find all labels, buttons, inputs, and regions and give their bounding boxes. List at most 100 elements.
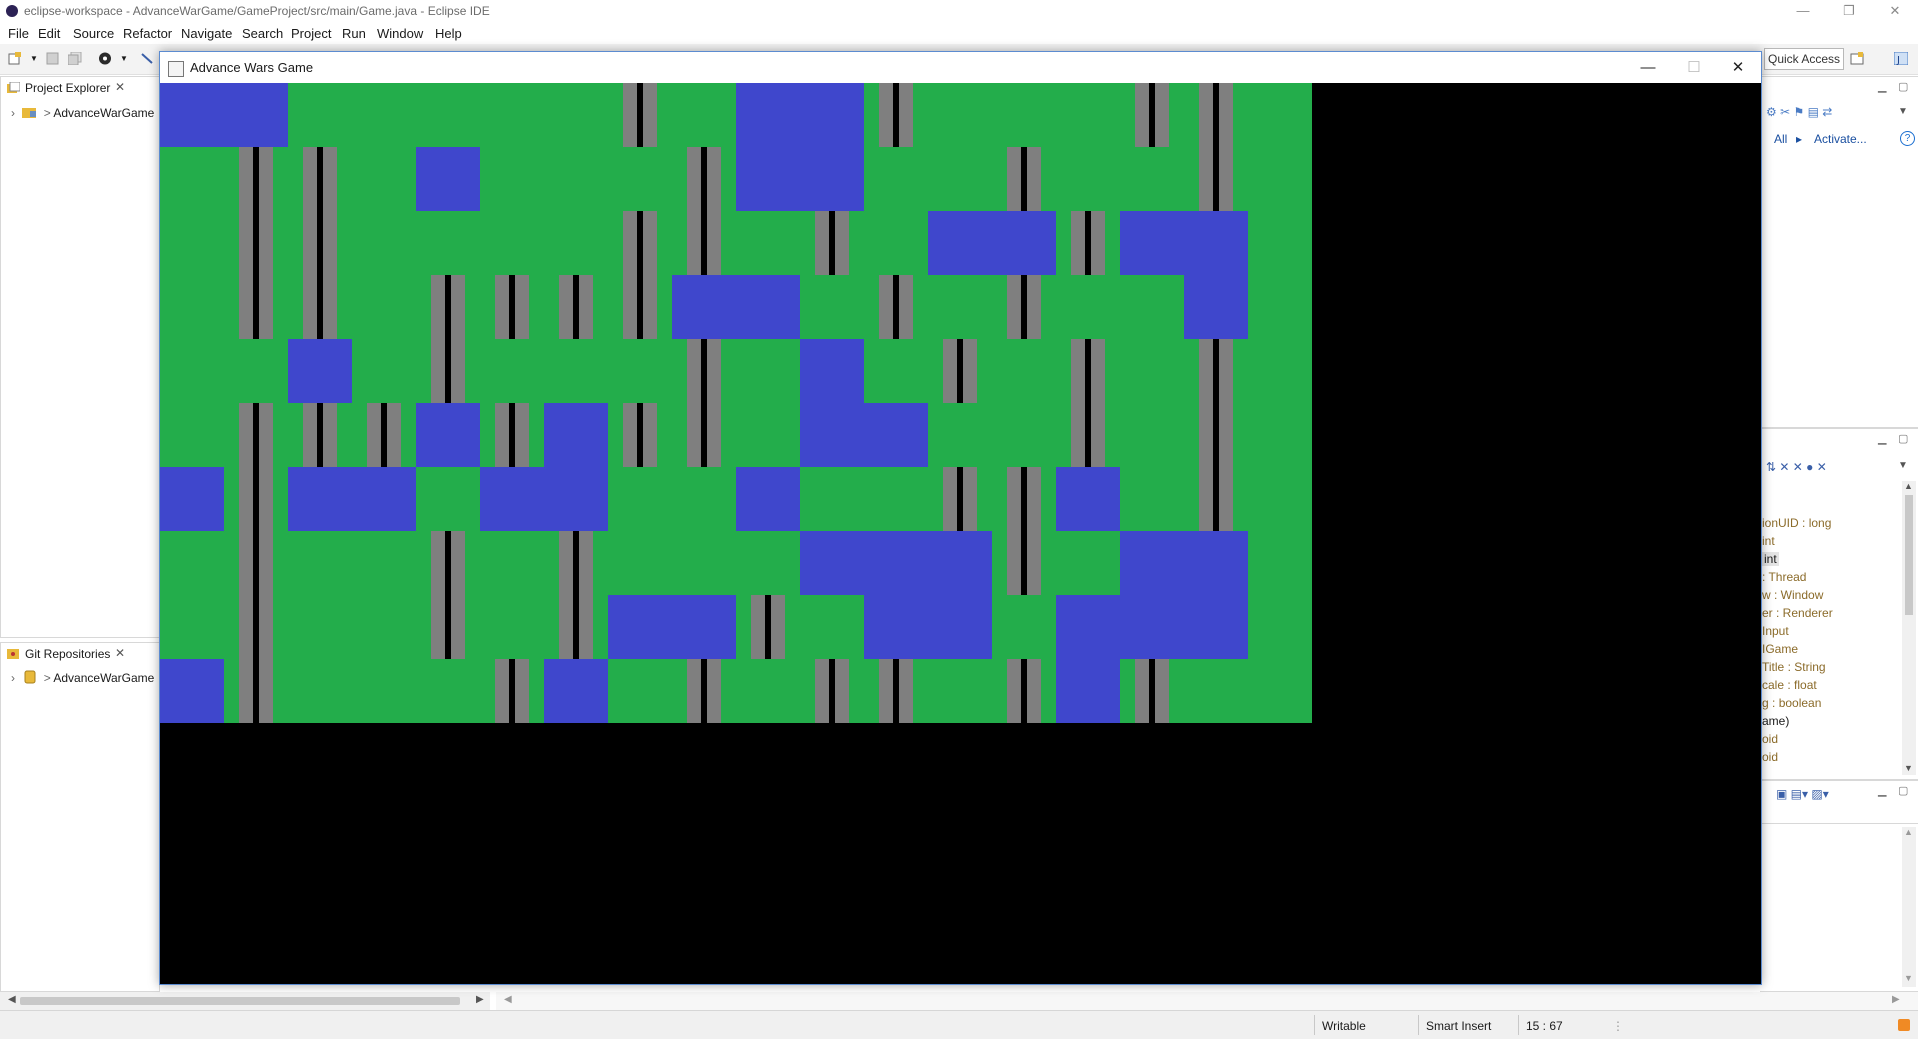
water-tile[interactable] [1184,595,1248,659]
outline-item[interactable]: : Thread [1762,570,1806,584]
road-tile[interactable] [736,595,800,659]
water-tile[interactable] [1184,275,1248,339]
water-tile[interactable] [160,467,224,531]
road-tile[interactable] [480,403,544,467]
grass-tile[interactable] [352,595,416,659]
road-tile[interactable] [608,83,672,147]
grass-tile[interactable] [480,211,544,275]
water-tile[interactable] [416,147,480,211]
grass-tile[interactable] [416,83,480,147]
water-tile[interactable] [800,147,864,211]
road-tile[interactable] [224,467,288,531]
grass-tile[interactable] [160,339,224,403]
road-tile[interactable] [544,275,608,339]
open-perspective-icon[interactable] [1850,52,1864,65]
outline-item[interactable]: oid [1762,750,1778,764]
road-tile[interactable] [224,275,288,339]
view-menu-icon[interactable]: ▼ [1898,460,1908,471]
grass-tile[interactable] [1120,339,1184,403]
game-maximize-button[interactable]: ☐ [1671,52,1717,83]
outline-item[interactable]: ame) [1762,714,1789,728]
grass-tile[interactable] [480,531,544,595]
grass-tile[interactable] [544,83,608,147]
grass-tile[interactable] [992,339,1056,403]
grass-tile[interactable] [480,595,544,659]
water-tile[interactable] [736,83,800,147]
grass-tile[interactable] [352,83,416,147]
outline-item-selected[interactable]: int [1762,552,1779,566]
help-icon[interactable]: ? [1900,131,1915,146]
outline-item[interactable]: cale : float [1762,678,1817,692]
grass-tile[interactable] [1120,403,1184,467]
grass-tile[interactable] [1184,659,1248,723]
water-tile[interactable] [736,147,800,211]
grass-tile[interactable] [160,531,224,595]
water-tile[interactable] [1056,659,1120,723]
road-tile[interactable] [864,659,928,723]
run-config-icon[interactable] [98,52,112,65]
grass-tile[interactable] [1248,659,1312,723]
grass-tile[interactable] [1056,531,1120,595]
grass-tile[interactable] [928,147,992,211]
water-tile[interactable] [800,339,864,403]
grass-tile[interactable] [1248,83,1312,147]
ide-close-button[interactable]: ✕ [1872,0,1918,22]
git-repositories-close-icon[interactable]: ✕ [115,646,125,660]
water-tile[interactable] [416,403,480,467]
road-tile[interactable] [1056,339,1120,403]
water-tile[interactable] [608,595,672,659]
editor-horizontal-scrollbar[interactable]: ◀ ▶ [496,992,1918,1010]
grass-tile[interactable] [416,467,480,531]
activate-task-link[interactable]: Activate... [1814,132,1867,146]
menu-file[interactable]: File [8,26,29,41]
grass-tile[interactable] [608,339,672,403]
road-tile[interactable] [480,659,544,723]
water-tile[interactable] [160,83,224,147]
road-tile[interactable] [928,467,992,531]
scroll-down-arrow-icon[interactable]: ▼ [1904,973,1913,983]
grass-tile[interactable] [1248,531,1312,595]
water-tile[interactable] [288,339,352,403]
road-tile[interactable] [288,403,352,467]
skip-breakpoints-icon[interactable] [140,52,154,65]
road-tile[interactable] [864,275,928,339]
outline-item[interactable]: Title : String [1762,660,1826,674]
new-dropdown-icon[interactable]: ▼ [30,54,44,67]
road-tile[interactable] [992,275,1056,339]
game-minimize-button[interactable]: — [1625,52,1671,83]
menu-project[interactable]: Project [291,26,331,41]
grass-tile[interactable] [992,595,1056,659]
grass-tile[interactable] [1248,595,1312,659]
notification-icon[interactable] [1898,1019,1910,1031]
road-tile[interactable] [992,659,1056,723]
road-tile[interactable] [416,339,480,403]
road-tile[interactable] [1056,211,1120,275]
grass-tile[interactable] [160,147,224,211]
grass-tile[interactable] [736,531,800,595]
grass-tile[interactable] [352,147,416,211]
road-tile[interactable] [608,275,672,339]
water-tile[interactable] [864,595,928,659]
road-tile[interactable] [288,275,352,339]
water-tile[interactable] [352,467,416,531]
road-tile[interactable] [416,595,480,659]
road-tile[interactable] [992,467,1056,531]
console-toolbar-icons[interactable]: ▣ ▤▾ ▨▾ [1776,787,1829,801]
maximize-view-icon[interactable]: ▢ [1898,784,1908,797]
water-tile[interactable] [1120,595,1184,659]
menu-help[interactable]: Help [435,26,462,41]
grass-tile[interactable] [928,403,992,467]
grass-tile[interactable] [736,339,800,403]
grass-tile[interactable] [928,275,992,339]
water-tile[interactable] [544,403,608,467]
tree-item[interactable]: › > AdvanceWarGame [11,106,154,120]
quick-access-field[interactable]: Quick Access [1764,48,1844,70]
outline-item[interactable]: w : Window [1762,588,1823,602]
menu-run[interactable]: Run [342,26,366,41]
road-tile[interactable] [416,531,480,595]
menu-search[interactable]: Search [242,26,283,41]
menu-source[interactable]: Source [73,26,114,41]
road-tile[interactable] [928,339,992,403]
grass-tile[interactable] [992,403,1056,467]
grass-tile[interactable] [1248,403,1312,467]
